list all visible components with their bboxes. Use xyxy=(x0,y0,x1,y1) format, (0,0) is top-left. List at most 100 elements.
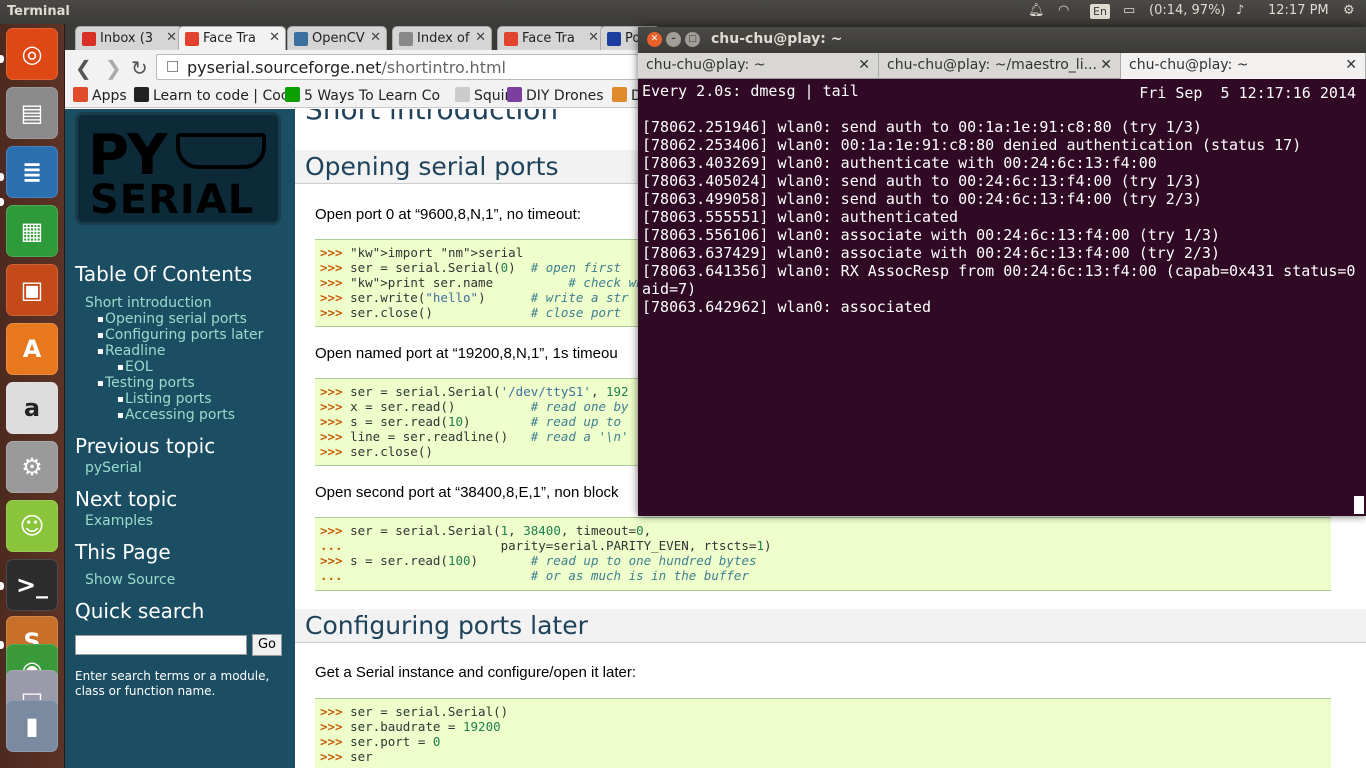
bookmark-label: Learn to code | Coc xyxy=(153,88,289,104)
tab-close-icon[interactable]: ✕ xyxy=(475,30,486,45)
close-icon[interactable]: ✕ xyxy=(1100,57,1112,73)
show-source-link[interactable]: Show Source xyxy=(85,572,175,588)
tab-close-icon[interactable]: ✕ xyxy=(588,30,599,45)
amazon-launcher-item[interactable]: a xyxy=(6,382,58,434)
browser-tab[interactable]: Face Tra ✕ xyxy=(178,26,286,50)
toc-link-configuring-ports-later[interactable]: Configuring ports later xyxy=(105,327,263,343)
bookmark-item[interactable]: Learn to code | Coc xyxy=(134,87,289,104)
files-launcher-item[interactable]: ▤ xyxy=(6,87,58,139)
wifi-icon[interactable]: ◠ xyxy=(1058,3,1069,18)
terminal-tab[interactable]: chu-chu@play: ~/maestro_li... ✕ xyxy=(879,53,1121,79)
bookmark-item[interactable]: Apps xyxy=(73,87,127,104)
impress-launcher-item[interactable]: ▣ xyxy=(6,264,58,316)
bookmark-label: 5 Ways To Learn Co xyxy=(304,88,441,104)
dmesg-line: [78063.637429] wlan0: associate with 00:… xyxy=(642,244,1220,262)
toc-bullet: ▪ xyxy=(117,394,124,405)
paragraph: Open second port at “38400,8,E,1”, non b… xyxy=(315,484,619,501)
toc-bullet: ▪ xyxy=(97,378,104,389)
url-path: /shortintro.html xyxy=(381,58,506,77)
back-arrow-icon[interactable]: ❮ xyxy=(75,56,92,80)
running-indicator xyxy=(0,55,4,63)
code-line: >>> ser = serial.Serial() xyxy=(320,704,509,719)
dmesg-line: [78063.499058] wlan0: send auth to 00:24… xyxy=(642,190,1202,208)
writer-launcher-item[interactable]: ≣ xyxy=(6,146,58,198)
tab-close-icon[interactable]: ✕ xyxy=(269,30,280,45)
toc-link-short-introduction[interactable]: Short introduction xyxy=(85,295,212,311)
watch-timestamp: Fri Sep 5 12:17:16 2014 xyxy=(1139,84,1356,102)
bookmark-label: DIY Drones xyxy=(526,88,604,104)
terminal-tab-bar: chu-chu@play: ~ ✕ chu-chu@play: ~/maestro_… xyxy=(638,53,1366,79)
software-center-launcher-item[interactable]: A xyxy=(6,323,58,375)
dmesg-line: [78062.251946] wlan0: send auth to 00:1a… xyxy=(642,118,1202,136)
gmail-icon xyxy=(82,32,96,46)
amazon-icon: a xyxy=(23,394,41,422)
usb-drive-launcher-item[interactable]: ▮ xyxy=(6,700,58,752)
doc-sidebar: PY SERIAL Table Of Contents Short introd… xyxy=(65,109,295,768)
toc-link-accessing-ports[interactable]: Accessing ports xyxy=(125,407,235,423)
pololu-icon xyxy=(607,32,621,46)
terminal-tab-label: chu-chu@play: ~ xyxy=(1129,57,1249,73)
system-settings-icon: ⚙ xyxy=(21,453,43,481)
terminal-tab[interactable]: chu-chu@play: ~ ✕ xyxy=(638,53,879,79)
browser-tab[interactable]: Inbox (3 ✕ xyxy=(75,26,183,50)
quick-search-input[interactable] xyxy=(75,635,247,655)
pyserial-logo[interactable]: PY SERIAL xyxy=(75,112,281,225)
battery-status[interactable]: (0:14, 97%) xyxy=(1149,3,1226,18)
search-go-button[interactable]: Go xyxy=(252,634,282,656)
tab-close-icon[interactable]: ✕ xyxy=(166,30,177,45)
tab-label: Inbox (3 xyxy=(100,31,154,46)
minimize-icon[interactable]: – xyxy=(666,32,681,47)
url-host: pyserial.sourceforge.net xyxy=(187,58,382,77)
system-settings-launcher-item[interactable]: ⚙ xyxy=(6,441,58,493)
bookmark-item[interactable]: DIY Drones xyxy=(507,87,604,104)
software-center-icon: A xyxy=(22,335,42,363)
keyboard-layout-indicator[interactable]: En xyxy=(1090,4,1110,19)
squirt-icon xyxy=(455,87,470,102)
serial-connector-icon xyxy=(176,133,266,169)
reload-icon[interactable]: ↻ xyxy=(131,56,148,80)
volume-icon[interactable]: ♪ xyxy=(1236,3,1244,18)
toc-link-opening-serial-ports[interactable]: Opening serial ports xyxy=(105,311,247,327)
browser-tab[interactable]: Index of ✕ xyxy=(392,26,492,50)
toc-link-eol[interactable]: EOL xyxy=(125,359,153,375)
top-panel: Terminal 🔔︎ ◠ En ▭ (0:14, 97%) ♪ 12:17 P… xyxy=(0,0,1366,24)
forward-arrow-icon[interactable]: ❯ xyxy=(105,56,122,80)
sourceforge-icon xyxy=(294,32,308,46)
calc-launcher-item[interactable]: ▦ xyxy=(6,205,58,257)
toc-link-testing-ports[interactable]: Testing ports xyxy=(105,375,195,391)
maximize-icon[interactable]: □ xyxy=(685,32,700,47)
battery-icon[interactable]: ▭ xyxy=(1123,3,1135,18)
page-document-icon: □ xyxy=(166,58,180,74)
tab-close-icon[interactable]: ✕ xyxy=(370,30,381,45)
terminal-titlebar[interactable]: ✕ – □ chu-chu@play: ~ xyxy=(638,27,1366,53)
browser-tab[interactable]: OpenCV ✕ xyxy=(287,26,387,50)
toc-link-readline[interactable]: Readline xyxy=(105,343,165,359)
close-icon[interactable]: ✕ xyxy=(1345,57,1357,73)
code-line: >>> s = ser.read(100) # read up to one h… xyxy=(320,553,757,568)
logo-serial-text: SERIAL xyxy=(90,177,255,223)
toc-heading: Table Of Contents xyxy=(75,262,253,286)
browser-tab[interactable]: Face Tra ✕ xyxy=(497,26,605,50)
face-tracking-icon xyxy=(504,32,518,46)
tab-label: Face Tra xyxy=(522,31,575,46)
next-topic-link[interactable]: Examples xyxy=(85,513,153,529)
dmesg-line: [78063.641356] wlan0: RX AssocResp from … xyxy=(642,262,1356,280)
code-line: ... parity=serial.PARITY_EVEN, rtscts=1) xyxy=(320,538,772,553)
close-icon[interactable]: ✕ xyxy=(647,32,662,47)
notification-bell-icon[interactable]: 🔔︎ xyxy=(1028,3,1045,18)
code-block: >>> ser = serial.Serial() >>> ser.baudrat… xyxy=(315,698,1331,768)
files-icon: ▤ xyxy=(20,99,44,127)
power-gear-icon[interactable]: ⚙ xyxy=(1343,3,1355,18)
android-sdk-launcher-item[interactable]: ☺ xyxy=(6,500,58,552)
toc-link-listing-ports[interactable]: Listing ports xyxy=(125,391,212,407)
terminal-launcher-item[interactable]: >_ xyxy=(6,559,58,611)
clock[interactable]: 12:17 PM xyxy=(1268,3,1329,18)
bookmark-item[interactable]: 5 Ways To Learn Co xyxy=(285,87,440,104)
close-icon[interactable]: ✕ xyxy=(858,57,870,73)
terminal-tab[interactable]: chu-chu@play: ~ ✕ xyxy=(1121,53,1366,79)
previous-topic-heading: Previous topic xyxy=(75,434,216,458)
previous-topic-link[interactable]: pySerial xyxy=(85,460,142,476)
dmesg-line: [78063.403269] wlan0: authenticate with … xyxy=(642,154,1157,172)
terminal-output[interactable]: Every 2.0s: dmesg | tail Fri Sep 5 12:17:… xyxy=(638,80,1366,516)
ubuntu-dash-launcher-item[interactable]: ◎ xyxy=(6,28,58,80)
